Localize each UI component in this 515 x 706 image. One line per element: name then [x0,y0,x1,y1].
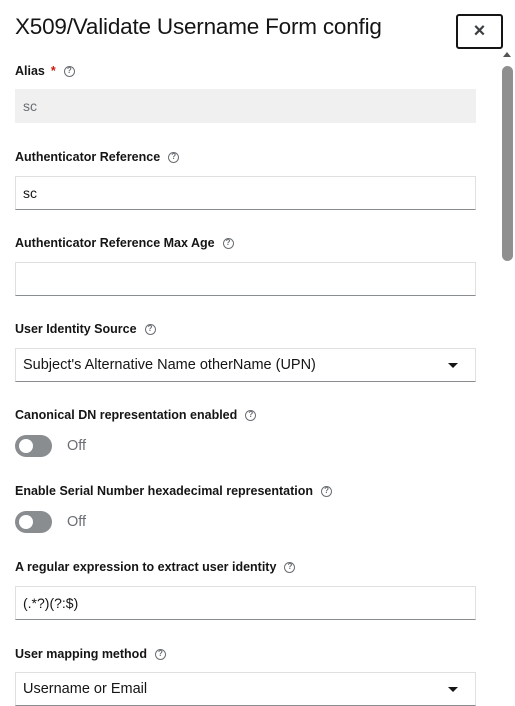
toggle-knob [19,439,33,453]
mapping-method-select[interactable]: Username or Email [15,672,476,706]
toggle-state-text: Off [67,514,87,530]
auth-ref-max-age-input[interactable] [15,262,476,296]
user-identity-source-value: Subject's Alternative Name otherName (UP… [23,357,316,373]
auth-ref-input[interactable]: sc [15,176,476,210]
help-icon[interactable]: ? [245,409,257,421]
close-icon: × [473,20,486,42]
required-marker: * [50,64,56,78]
user-identity-source-label: User Identity Source [15,322,137,336]
serial-hex-field: Enable Serial Number hexadecimal represe… [15,482,476,533]
toggle-switch[interactable] [15,435,52,457]
serial-hex-label: Enable Serial Number hexadecimal represe… [15,484,314,498]
scrollbar[interactable] [500,52,515,698]
regex-input[interactable]: (.*?)(?:$) [15,586,476,620]
alias-field: Alias * ? sc [15,62,476,123]
toggle-state-text: Off [67,438,87,454]
close-button[interactable]: × [456,14,503,49]
help-icon[interactable]: ? [222,237,234,249]
canonical-dn-toggle[interactable]: Off [15,435,86,457]
auth-ref-label: Authenticator Reference [15,150,161,164]
alias-label: Alias [15,64,45,78]
canonical-dn-field: Canonical DN representation enabled ? Of… [15,406,476,457]
dialog-title: X509/Validate Username Form config [15,14,382,39]
user-identity-source-field: User Identity Source ? Subject's Alterna… [15,320,476,382]
help-icon[interactable]: ? [284,561,296,573]
toggle-knob [19,515,33,529]
toggle-switch[interactable] [15,511,52,533]
scroll-up-arrow-icon[interactable] [503,52,511,57]
mapping-method-value: Username or Email [23,681,148,697]
canonical-dn-label: Canonical DN representation enabled [15,408,238,422]
help-icon[interactable]: ? [144,323,156,335]
caret-down-icon [448,362,458,368]
auth-ref-max-age-label: Authenticator Reference Max Age [15,236,215,250]
user-identity-source-select[interactable]: Subject's Alternative Name otherName (UP… [15,348,476,382]
mapping-method-label: User mapping method [15,647,147,661]
help-icon[interactable]: ? [321,485,333,497]
caret-down-icon [448,686,458,692]
help-icon[interactable]: ? [63,65,75,77]
regex-label: A regular expression to extract user ide… [15,560,277,574]
help-icon[interactable]: ? [154,648,166,660]
help-icon[interactable]: ? [168,151,180,163]
alias-input[interactable]: sc [15,89,476,123]
serial-hex-toggle[interactable]: Off [15,511,86,533]
scrollbar-thumb[interactable] [502,66,513,261]
auth-ref-max-age-field: Authenticator Reference Max Age ? [15,234,476,296]
auth-ref-field: Authenticator Reference ? sc [15,148,476,210]
mapping-method-field: User mapping method ? Username or Email [15,645,476,706]
regex-field: A regular expression to extract user ide… [15,558,476,620]
